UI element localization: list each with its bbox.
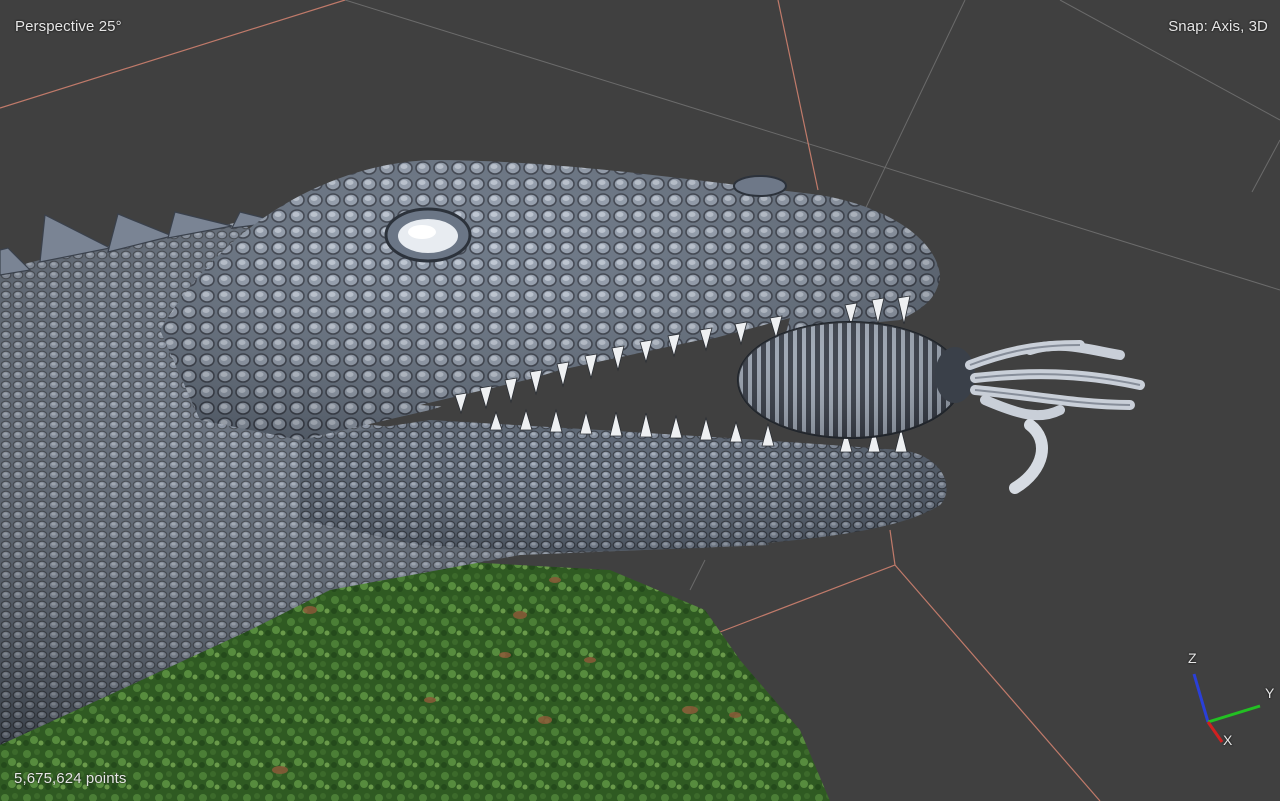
y-axis-line [1207, 704, 1261, 724]
point-count-label: 5,675,624 points [14, 770, 127, 787]
z-axis-label: Z [1188, 650, 1197, 666]
view-mode-label[interactable]: Perspective 25° [15, 18, 122, 35]
point-cloud-scene[interactable] [0, 0, 1280, 801]
dinosaur-nostril [733, 175, 787, 197]
x-axis-label: X [1223, 732, 1233, 748]
snap-mode-label[interactable]: Snap: Axis, 3D [1168, 18, 1268, 35]
y-axis-label: Y [1265, 685, 1275, 701]
x-axis-line [1206, 721, 1224, 743]
z-axis-line [1192, 673, 1210, 723]
3d-viewport[interactable]: Perspective 25° Snap: Axis, 3D 5,675,624… [0, 0, 1280, 801]
